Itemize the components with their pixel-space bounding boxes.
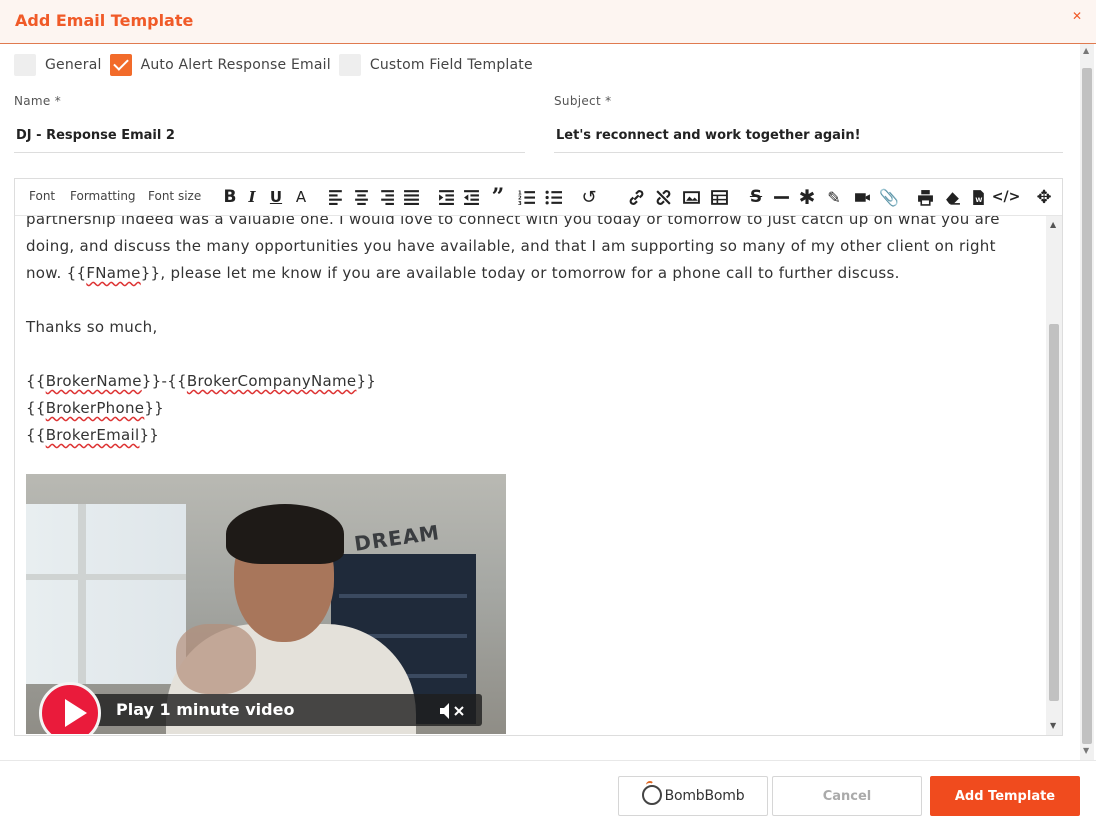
add-template-button[interactable]: Add Template [930,776,1080,816]
attachment-icon[interactable]: 📎 [878,185,900,209]
bombbomb-label: BombBomb [664,788,745,804]
video-play-label[interactable]: Play 1 minute video [116,700,294,719]
rich-text-editor: Font Formatting Font size B I U A ” 123 … [14,178,1063,736]
link-icon[interactable] [625,185,647,209]
eraser-icon[interactable] [941,185,963,209]
general-checkbox[interactable] [14,54,36,76]
font-dropdown[interactable]: Font [29,189,55,203]
custom-field-label: Custom Field Template [369,57,533,73]
font-color-icon[interactable]: A [290,185,312,209]
outdent-icon[interactable] [460,185,482,209]
body-line: partnership indeed was a valuable one. I… [26,216,1000,228]
modal-scrollbar-thumb[interactable] [1082,68,1092,744]
editor-content[interactable]: partnership indeed was a valuable one. I… [15,216,1046,735]
video-person-hand [176,624,256,694]
strikethrough-icon[interactable]: S [745,185,767,209]
align-center-icon[interactable] [350,185,372,209]
video-person-hair [226,504,344,564]
close-icon[interactable]: ✕ [1072,9,1082,23]
quote-icon[interactable]: ” [487,184,509,210]
svg-text:W: W [975,195,982,203]
underline-icon[interactable]: U [265,185,287,209]
email-body-text[interactable]: partnership indeed was a valuable one. I… [26,216,1031,449]
indent-icon[interactable] [435,185,457,209]
custom-field-checkbox[interactable] [338,54,361,76]
word-icon[interactable]: W [967,185,989,209]
unordered-list-icon[interactable] [542,185,564,209]
scroll-down-icon[interactable]: ▼ [1083,746,1089,755]
image-icon[interactable] [680,185,702,209]
video-icon[interactable] [851,185,873,209]
auto-alert-checkbox[interactable] [109,54,132,76]
bold-icon[interactable]: B [219,185,241,209]
scroll-up-icon[interactable]: ▲ [1050,220,1056,229]
bombbomb-logo-icon [641,781,662,805]
modal-header: Add Email Template ✕ [0,0,1096,44]
bombbomb-button[interactable]: BombBomb [618,776,768,816]
merge-tag: BrokerName [45,372,142,390]
horizontal-rule-icon[interactable] [770,185,792,209]
thanks-line: Thanks so much, [26,318,158,336]
align-left-icon[interactable] [325,185,347,209]
body-line: doing, and discuss the many opportunitie… [26,237,996,255]
ordered-list-icon[interactable]: 123 [515,185,537,209]
unlink-icon[interactable] [652,185,674,209]
signature-line: {{BrokerEmail}} [26,426,160,444]
modal-scrollbar[interactable]: ▲ ▼ [1080,44,1094,760]
subject-label: Subject * [554,94,612,108]
special-char-icon[interactable]: ✱ [796,185,818,209]
scroll-down-icon[interactable]: ▼ [1050,721,1056,730]
code-icon[interactable]: </> [992,185,1021,209]
italic-icon[interactable]: I [241,185,263,209]
scroll-up-icon[interactable]: ▲ [1083,46,1089,55]
align-justify-icon[interactable] [400,185,422,209]
mute-icon[interactable] [438,701,468,721]
name-label: Name * [14,94,62,108]
modal-title: Add Email Template [15,11,194,30]
body-line: now. {{FName}}, please let me know if yo… [26,264,900,282]
video-thumbnail[interactable]: DREAM Play 1 minute video [26,474,506,734]
font-size-dropdown[interactable]: Font size [148,189,201,203]
align-right-icon[interactable] [375,185,397,209]
editor-toolbar: Font Formatting Font size B I U A ” 123 … [15,179,1062,216]
signature-line: {{BrokerName}}-{{BrokerCompanyName}} [26,372,377,390]
pen-icon[interactable]: ✎ [823,185,845,209]
undo-icon[interactable]: ↺ [578,185,600,209]
merge-tag: BrokerEmail [45,426,140,444]
formatting-dropdown[interactable]: Formatting [70,189,136,203]
merge-tag: FName [86,264,141,282]
subject-input[interactable] [554,119,1063,153]
svg-text:3: 3 [518,200,522,205]
video-wall-text: DREAM [352,520,442,556]
move-icon[interactable]: ✥ [1033,185,1055,209]
table-icon[interactable] [708,185,730,209]
editor-scrollbar-thumb[interactable] [1049,324,1059,701]
general-label: General [45,57,102,73]
merge-tag: BrokerCompanyName [186,372,357,390]
print-icon[interactable] [914,185,936,209]
name-input[interactable] [14,119,525,153]
template-type-row: General Auto Alert Response Email Custom… [14,53,541,77]
signature-line: {{BrokerPhone}} [26,399,164,417]
auto-alert-label: Auto Alert Response Email [140,57,331,73]
play-icon[interactable] [39,682,101,734]
footer-divider [0,760,1096,761]
editor-scrollbar[interactable]: ▲ ▼ [1046,216,1062,735]
video-window [26,504,186,684]
cancel-button[interactable]: Cancel [772,776,922,816]
merge-tag: BrokerPhone [45,399,145,417]
